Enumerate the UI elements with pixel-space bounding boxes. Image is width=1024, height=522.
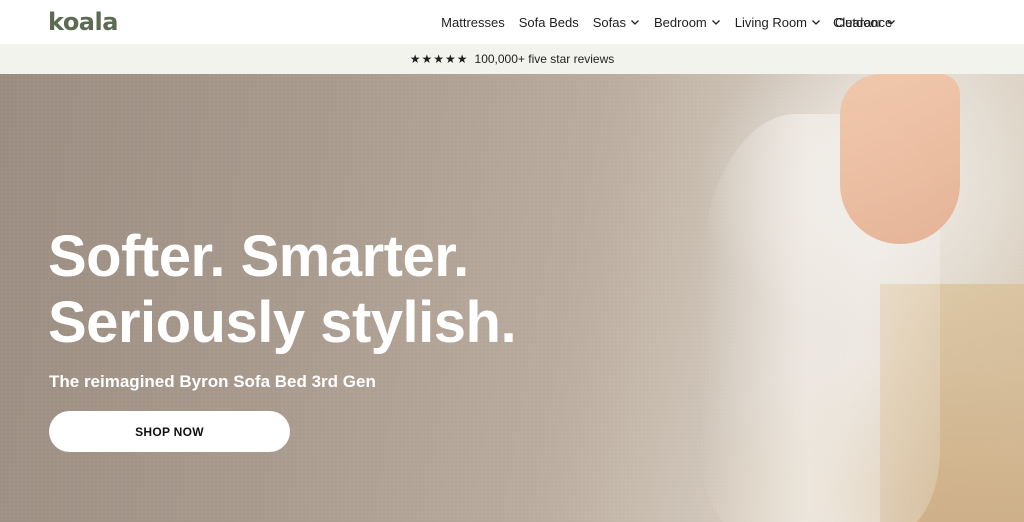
hero-title-line-2: Seriously stylish. [48, 290, 517, 355]
nav-label: Clearance [833, 14, 893, 30]
star-rating-icon: ★★★★★ [409, 52, 469, 66]
nav-label: Sofas [592, 14, 626, 30]
logo-text: koala [48, 8, 118, 36]
nav-item-clearance[interactable]: Clearance [833, 0, 892, 44]
nav-label: Living Room [734, 14, 808, 30]
nav-item-living-room[interactable]: Living Room [735, 15, 821, 30]
reviews-bar: ★★★★★ 100,000+ five star reviews [0, 44, 1024, 74]
chevron-down-icon [812, 20, 820, 25]
chevron-down-icon [711, 20, 720, 25]
hero-title: Softer. Smarter. Seriously stylish. [48, 224, 648, 356]
nav-item-sofa-beds[interactable]: Sofa Beds [519, 15, 579, 30]
hero-banner: Softer. Smarter. Seriously stylish. The … [0, 74, 1024, 522]
site-header: koala Mattresses Sofa Beds Sofas Bedroom… [0, 0, 1024, 44]
reviews-text: 100,000+ five star reviews [474, 52, 615, 66]
hero-title-line-1: Softer. Smarter. [48, 224, 469, 289]
hand-image [840, 74, 960, 244]
nav-item-mattresses[interactable]: Mattresses [441, 15, 505, 30]
chevron-down-icon [631, 20, 639, 25]
shop-now-button[interactable]: SHOP NOW [49, 411, 290, 452]
nav-item-sofas[interactable]: Sofas [593, 15, 640, 30]
main-nav: Mattresses Sofa Beds Sofas Bedroom Livin… [441, 0, 896, 44]
nav-label: Sofa Beds [518, 14, 579, 30]
nav-label: Bedroom [654, 14, 707, 30]
hero-subtitle: The reimagined Byron Sofa Bed 3rd Gen [49, 372, 376, 391]
nav-item-bedroom[interactable]: Bedroom [654, 15, 721, 30]
nav-label: Mattresses [441, 14, 505, 30]
koala-logo[interactable]: koala [48, 6, 118, 36]
